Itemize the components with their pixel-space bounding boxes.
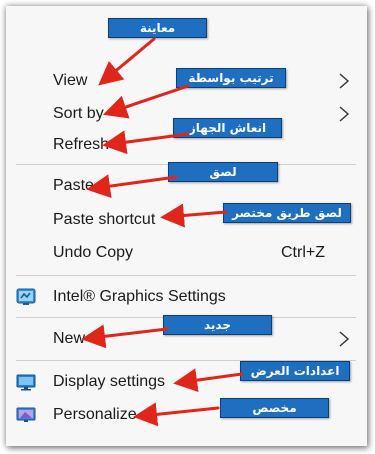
menu-item-label: View	[53, 72, 88, 89]
chevron-right-icon	[339, 106, 350, 122]
menu-item-label: Undo Copy	[53, 244, 134, 261]
annotation-paste-shortcut: لصق طريق مختصر	[223, 203, 351, 223]
chevron-right-icon	[339, 73, 350, 89]
personalize-icon	[16, 407, 36, 422]
menu-item-intel-graphics[interactable]: Intel® Graphics Settings	[6, 280, 367, 314]
annotation-view: معاينة	[108, 18, 207, 38]
menu-item-label: Paste shortcut	[53, 211, 156, 228]
display-settings-icon	[16, 374, 36, 391]
menu-item-undo-copy[interactable]: Undo Copy Ctrl+Z	[6, 236, 367, 270]
annotation-personalize: مخصص	[220, 398, 329, 418]
menu-item-label: Display settings	[53, 373, 166, 390]
menu-separator	[16, 275, 356, 276]
menu-item-label: Refresh	[53, 136, 110, 153]
menu-item-label: Intel® Graphics Settings	[53, 288, 226, 305]
annotation-sort-by: ترتيب بواسطة	[176, 68, 286, 88]
intel-graphics-icon	[16, 288, 36, 305]
menu-item-label: Sort by	[53, 105, 104, 122]
menu-item-label: Paste	[53, 177, 94, 194]
chevron-right-icon	[339, 331, 350, 347]
annotation-paste: لصق	[168, 162, 278, 182]
keyboard-shortcut: Ctrl+Z	[281, 244, 325, 261]
menu-item-label: Personalize	[53, 406, 137, 423]
menu-item-label: New	[53, 330, 86, 347]
annotation-display-settings: اعدادات العرض	[240, 361, 350, 381]
annotation-new: جديد	[163, 315, 272, 335]
annotation-refresh: انعاش الجهاز	[173, 118, 282, 138]
context-menu: View Sort by Refresh Paste Paste shortcu…	[6, 6, 367, 446]
